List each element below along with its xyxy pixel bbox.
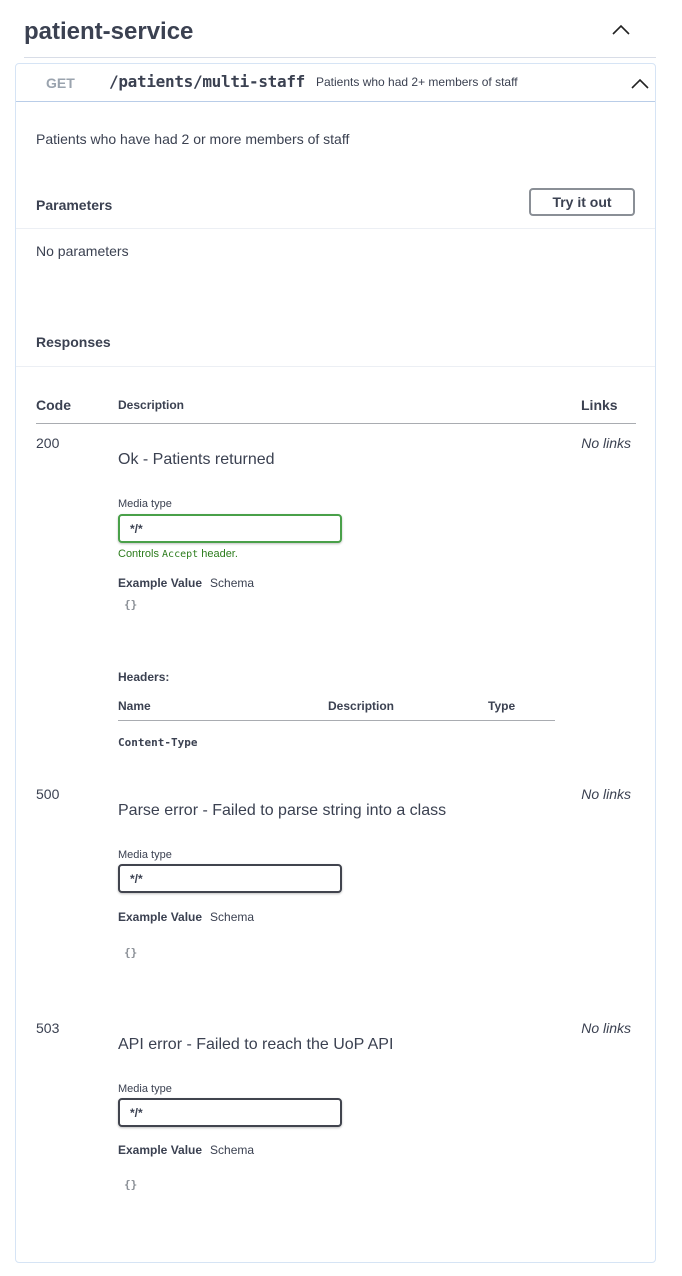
headers-col-name: Name xyxy=(118,699,151,713)
parameters-title: Parameters xyxy=(36,197,113,213)
controls-accept-note: Controls Accept header. xyxy=(118,548,238,560)
response-links: No links xyxy=(581,435,631,451)
column-description: Description xyxy=(118,398,185,412)
media-type-label: Media type xyxy=(118,498,172,510)
try-it-out-button[interactable]: Try it out xyxy=(529,188,635,216)
column-links: Links xyxy=(581,397,618,413)
method-badge: GET xyxy=(46,75,75,91)
response-code: 500 xyxy=(36,786,60,802)
response-links: No links xyxy=(581,1020,631,1036)
schema-tab[interactable]: Schema xyxy=(210,910,254,924)
headers-col-description: Description xyxy=(328,699,395,713)
responses-table-header: Code Description Links xyxy=(36,386,636,424)
example-value-tab[interactable]: Example Value xyxy=(118,1143,202,1157)
responses-header: Responses xyxy=(16,314,655,367)
example-tabs: Example Value Schema xyxy=(118,576,254,590)
example-value-tab[interactable]: Example Value xyxy=(118,910,202,924)
headers-label: Headers: xyxy=(118,670,170,684)
example-tabs: Example Value Schema xyxy=(118,1143,254,1157)
example-value-tab[interactable]: Example Value xyxy=(118,576,202,590)
response-description: Ok - Patients returned xyxy=(118,451,275,468)
no-parameters-text: No parameters xyxy=(36,243,129,259)
schema-tab[interactable]: Schema xyxy=(210,1143,254,1157)
column-code: Code xyxy=(36,397,71,413)
response-links: No links xyxy=(581,786,631,802)
chevron-up-icon[interactable] xyxy=(610,20,632,40)
media-type-select[interactable]: */* xyxy=(118,864,342,893)
schema-tab[interactable]: Schema xyxy=(210,576,254,590)
response-code: 503 xyxy=(36,1020,60,1036)
response-code: 200 xyxy=(36,435,60,451)
example-code: {} xyxy=(124,598,138,611)
media-type-select[interactable]: */* xyxy=(118,514,342,543)
operation-path: /patients/multi-staff xyxy=(109,72,305,91)
operation-description: Patients who have had 2 or more members … xyxy=(36,131,350,147)
response-description: API error - Failed to reach the UoP API xyxy=(118,1036,394,1053)
example-code: {} xyxy=(124,1178,138,1191)
header-row-name: Content-Type xyxy=(118,736,198,749)
media-type-label: Media type xyxy=(118,849,172,861)
operation-summary-text: Patients who had 2+ members of staff xyxy=(316,75,518,89)
headers-col-type: Type xyxy=(488,699,516,713)
parameters-header: Parameters Try it out xyxy=(16,174,655,229)
example-tabs: Example Value Schema xyxy=(118,910,254,924)
chevron-up-icon[interactable] xyxy=(629,74,651,94)
example-code: {} xyxy=(124,946,138,959)
operation-summary[interactable]: GET /patients/multi-staff Patients who h… xyxy=(16,64,655,102)
response-description: Parse error - Failed to parse string int… xyxy=(118,802,447,819)
responses-title: Responses xyxy=(36,334,111,350)
operation-block: GET /patients/multi-staff Patients who h… xyxy=(15,63,656,1263)
tag-header[interactable]: patient-service xyxy=(24,14,656,58)
media-type-select[interactable]: */* xyxy=(118,1098,342,1127)
tag-title: patient-service xyxy=(24,18,194,45)
headers-table-header: Name Description Type xyxy=(118,693,555,721)
media-type-label: Media type xyxy=(118,1083,172,1095)
